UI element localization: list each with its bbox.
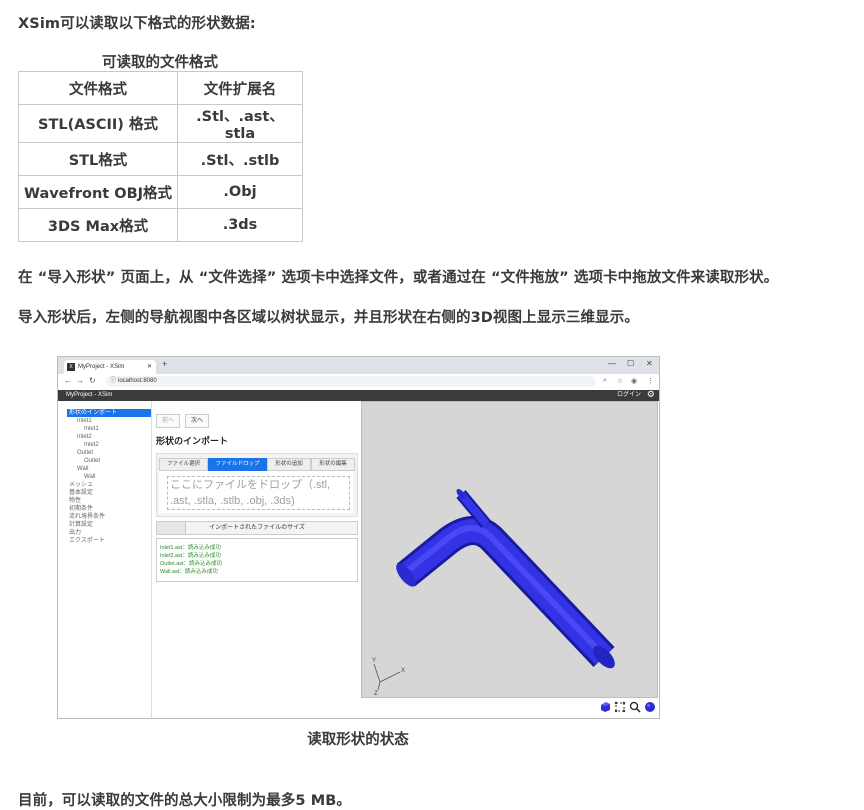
- cell-format: Wavefront OBJ格式: [18, 175, 178, 209]
- import-tabs: ファイル選択 ファイルドロップ 形状の追加 形状の編集 ここにファイルをドロップ…: [156, 453, 358, 517]
- gear-icon[interactable]: ⚙: [647, 389, 655, 400]
- star-icon[interactable]: ☆: [617, 377, 623, 385]
- back-arrow-icon[interactable]: ←: [64, 376, 72, 385]
- log-line: Inlet2.ast：読み込み成功: [160, 553, 221, 559]
- cell-extension: .Stl、.ast、stla: [177, 104, 303, 143]
- navigation-tree: 形状のインポート Inlet1 Inlet1 Inlet2 Inlet2 Out…: [58, 401, 152, 718]
- file-size-bar: インポートされたファイルのサイズ: [156, 521, 358, 535]
- tree-node[interactable]: エクスポート: [69, 537, 105, 545]
- cell-extension: .Stl、.stlb: [177, 142, 303, 176]
- info-icon: ⓘ: [110, 378, 117, 384]
- app-header: MyProject - XSim ログイン ⚙: [58, 389, 659, 401]
- log-line: Outlet.ast：読み込み成功: [160, 561, 223, 567]
- tree-node[interactable]: Wall: [77, 465, 88, 473]
- sphere-view-icon[interactable]: [644, 701, 656, 713]
- cell-format: 3DS Max格式: [18, 208, 178, 242]
- tree-node[interactable]: Inlet2: [84, 441, 99, 449]
- new-tab-icon[interactable]: +: [162, 359, 167, 369]
- tab-edit-shape[interactable]: 形状の編集: [311, 458, 355, 471]
- log-line: Wall.ast：読み込み成功: [160, 569, 218, 575]
- window-close-icon[interactable]: ✕: [646, 359, 653, 368]
- browser-navbar: ← → ↻ ⓘ localhost:8080 ⌕ ☆ ◉ ⋮: [58, 374, 659, 391]
- tab-add-shape[interactable]: 形状の追加: [267, 458, 311, 471]
- account-icon[interactable]: ◉: [631, 377, 637, 385]
- reload-icon[interactable]: ↻: [89, 376, 96, 385]
- tree-node-import[interactable]: 形状のインポート: [67, 409, 151, 417]
- prev-button[interactable]: 前へ: [156, 414, 181, 428]
- tree-node[interactable]: 出力: [69, 529, 81, 537]
- tree-node[interactable]: Inlet2: [77, 433, 92, 441]
- tree-node[interactable]: 流れ境界条件: [69, 513, 105, 521]
- tree-node[interactable]: Outlet: [77, 449, 93, 457]
- tab-title: MyProject - XSim: [78, 364, 125, 370]
- format-table: 文件格式 文件扩展名 STL(ASCII) 格式 .Stl、.ast、stla …: [18, 71, 303, 242]
- table-row: 3DS Max格式 .3ds: [18, 208, 303, 242]
- file-drop-zone[interactable]: ここにファイルをドロップ（.stl, .ast, .stla, .stlb, .…: [167, 476, 350, 510]
- next-button[interactable]: 次へ: [185, 414, 210, 428]
- table-caption: 可读取的文件格式: [102, 55, 218, 71]
- paragraph-import-instructions: 在 “导入形状” 页面上，从 “文件选择” 选项卡中选择文件，或者通过在 “文件…: [18, 270, 779, 286]
- browser-tab[interactable]: X MyProject - XSim ✕: [64, 360, 156, 374]
- tree-node[interactable]: メッシュ: [69, 481, 93, 489]
- minimize-icon[interactable]: —: [608, 359, 616, 368]
- menu-dots-icon[interactable]: ⋮: [647, 377, 654, 385]
- file-size-fill: [157, 522, 186, 534]
- table-row: STL(ASCII) 格式 .Stl、.ast、stla: [18, 104, 303, 143]
- app-screenshot: X MyProject - XSim ✕ + — ☐ ✕ ← → ↻ ⓘ loc…: [57, 356, 660, 719]
- axis-label-z: Z: [374, 691, 378, 697]
- drop-hint-line2: .ast, .stla, .stlb, .obj, .3ds): [170, 495, 295, 507]
- file-size-label: インポートされたファイルのサイズ: [209, 525, 305, 531]
- header-format: 文件格式: [18, 71, 178, 105]
- axis-label-x: X: [401, 668, 405, 674]
- axis-gizmo: Y X Z: [372, 658, 405, 697]
- tab-file-drop[interactable]: ファイルドロップ: [208, 458, 267, 471]
- import-panel: 前へ 次へ 形状のインポート ファイル選択 ファイルドロップ 形状の追加 形状の…: [152, 401, 360, 718]
- intro-heading: XSim可以读取以下格式的形状数据:: [18, 16, 256, 32]
- screenshot-caption: 读取形状的状态: [307, 732, 409, 748]
- pipe-shape: [396, 489, 615, 669]
- app-title: MyProject - XSim: [66, 392, 113, 398]
- 3d-viewport[interactable]: Y X Z: [362, 402, 659, 699]
- paragraph-import-result: 导入形状后，左侧的导航视图中各区域以树状显示，并且形状在右侧的3D视图上显示三维…: [18, 310, 639, 326]
- table-row: Wavefront OBJ格式 .Obj: [18, 175, 303, 209]
- tree-node[interactable]: 物性: [69, 497, 81, 505]
- maximize-icon[interactable]: ☐: [627, 359, 634, 368]
- tree-node[interactable]: Outlet: [84, 457, 100, 465]
- tree-node[interactable]: 初期条件: [69, 505, 93, 513]
- tree-node[interactable]: Wall: [84, 473, 95, 481]
- tree-node[interactable]: 基本設定: [69, 489, 93, 497]
- axis-label-y: Y: [372, 658, 376, 664]
- cube-view-icon[interactable]: [599, 701, 611, 713]
- header-extension: 文件扩展名: [177, 71, 303, 105]
- table-header-row: 文件格式 文件扩展名: [18, 71, 303, 105]
- address-bar[interactable]: ⓘ localhost:8080: [106, 376, 596, 387]
- tab-content: ここにファイルをドロップ（.stl, .ast, .stla, .stlb, .…: [159, 471, 353, 513]
- tab-file-select[interactable]: ファイル選択: [159, 458, 208, 471]
- log-line: Inlet1.ast：読み込み成功: [160, 545, 221, 551]
- cell-extension: .Obj: [177, 175, 303, 209]
- tree-node[interactable]: 計算設定: [69, 521, 93, 529]
- cell-format: STL格式: [18, 142, 178, 176]
- paragraph-size-limit: 目前，可以读取的文件的总大小限制为最多5 MB。: [18, 793, 352, 809]
- import-log: Inlet1.ast：読み込み成功 Inlet2.ast：読み込み成功 Outl…: [156, 538, 358, 582]
- fit-view-icon[interactable]: [614, 701, 626, 713]
- tree-node[interactable]: Inlet1: [84, 425, 99, 433]
- drop-hint-line1: ここにファイルをドロップ（.stl,: [170, 479, 331, 491]
- browser-titlebar: X MyProject - XSim ✕ + — ☐ ✕: [58, 357, 659, 374]
- search-icon[interactable]: [629, 701, 641, 713]
- login-link[interactable]: ログイン: [617, 390, 641, 401]
- cell-extension: .3ds: [177, 208, 303, 242]
- zoom-icon[interactable]: ⌕: [603, 377, 607, 385]
- close-icon[interactable]: ✕: [147, 360, 152, 374]
- view-toolbar: [361, 698, 658, 718]
- forward-arrow-icon[interactable]: →: [76, 376, 84, 385]
- cell-format: STL(ASCII) 格式: [18, 104, 178, 143]
- app-favicon-icon: X: [67, 363, 75, 371]
- 3d-view[interactable]: Y X Z: [361, 401, 658, 698]
- panel-title: 形状のインポート: [156, 436, 229, 446]
- url-text: localhost:8080: [118, 378, 157, 384]
- table-row: STL格式 .Stl、.stlb: [18, 142, 303, 176]
- tree-node[interactable]: Inlet1: [77, 417, 92, 425]
